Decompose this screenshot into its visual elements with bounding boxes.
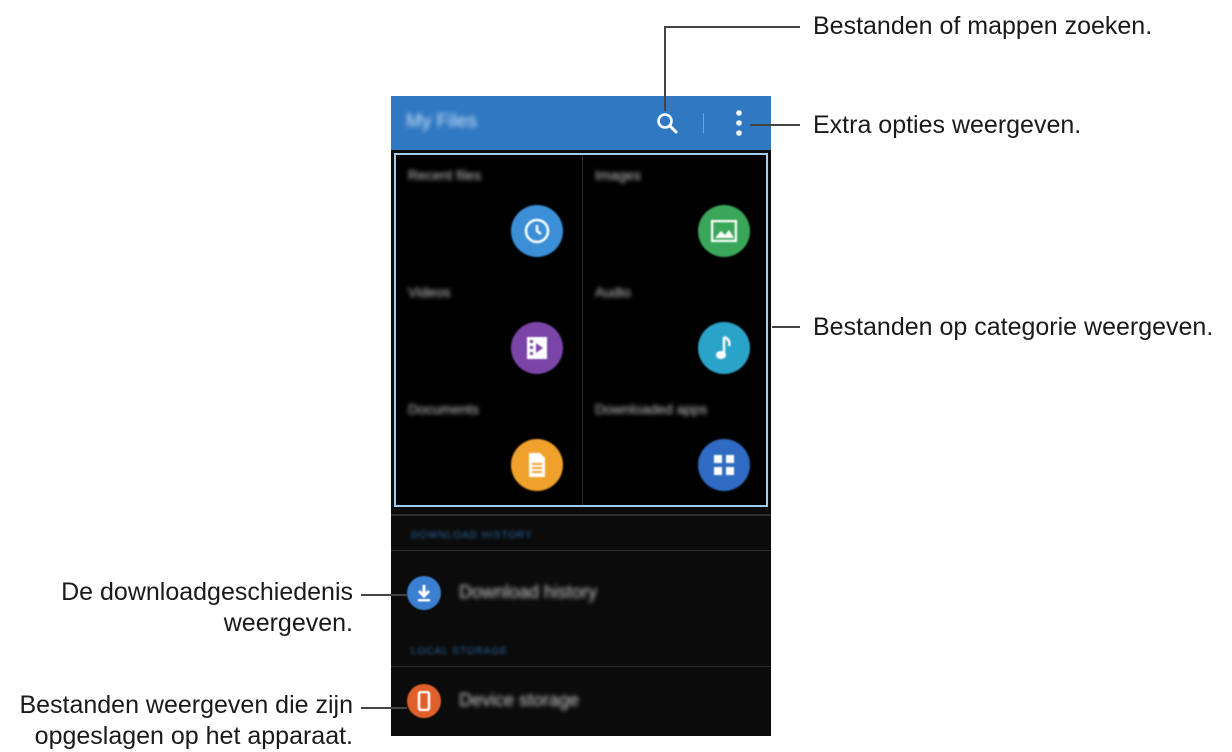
callout-search: Bestanden of mappen zoeken.	[813, 12, 1153, 40]
toolbar-divider	[703, 113, 704, 133]
video-icon	[511, 322, 563, 374]
category-label: Videos	[408, 284, 451, 300]
category-grid: Recent files Images Videos Audio Documen…	[394, 153, 768, 507]
image-icon	[698, 205, 750, 257]
callout-storage-line1: Bestanden weergeven die zijn	[19, 691, 353, 719]
section-divider	[391, 666, 771, 667]
phone-icon	[407, 684, 441, 718]
callout-line-storage	[361, 707, 407, 709]
callout-download-line2: weergeven.	[223, 609, 353, 637]
callout-line-more	[750, 124, 800, 126]
category-images[interactable]: Images	[583, 155, 768, 271]
apps-grid-icon	[698, 439, 750, 491]
category-recent-files[interactable]: Recent files	[396, 155, 581, 271]
callout-download-line1: De downloadgeschiedenis	[61, 578, 353, 606]
callout-storage: Bestanden weergeven die zijn opgeslagen …	[19, 690, 353, 752]
section-header: LOCAL STORAGE	[411, 646, 508, 657]
category-videos[interactable]: Videos	[396, 272, 581, 388]
category-label: Downloaded apps	[595, 401, 708, 417]
category-documents[interactable]: Documents	[396, 389, 581, 505]
callout-line-search-v	[664, 27, 666, 111]
document-icon	[511, 439, 563, 491]
app-bar: My Files	[391, 96, 771, 150]
callout-line-search-h	[664, 26, 800, 28]
category-label: Recent files	[408, 167, 482, 183]
callout-storage-line2: opgeslagen op het apparaat.	[34, 722, 353, 750]
callout-line-download	[361, 594, 407, 596]
app-title: My Files	[406, 111, 477, 132]
phone-screen: My Files Recent files Images Videos Audi…	[391, 96, 771, 736]
search-button[interactable]	[650, 106, 684, 140]
callout-line-categories	[772, 326, 800, 328]
category-label: Audio	[595, 284, 631, 300]
download-history-section: DOWNLOAD HISTORY Download history	[391, 514, 771, 638]
section-divider	[391, 550, 771, 551]
local-storage-section: LOCAL STORAGE Device storage	[391, 634, 771, 736]
section-header: DOWNLOAD HISTORY	[411, 530, 533, 541]
category-label: Documents	[408, 401, 479, 417]
more-options-icon	[736, 110, 742, 136]
search-icon	[657, 113, 678, 134]
clock-icon	[511, 205, 563, 257]
category-downloaded-apps[interactable]: Downloaded apps	[583, 389, 768, 505]
category-audio[interactable]: Audio	[583, 272, 768, 388]
callout-download: De downloadgeschiedenis weergeven.	[61, 577, 353, 639]
music-note-icon	[698, 322, 750, 374]
download-icon	[407, 576, 441, 610]
row-label: Download history	[459, 582, 598, 602]
more-options-button[interactable]	[725, 104, 753, 142]
callout-more: Extra opties weergeven.	[813, 111, 1082, 139]
download-history-row[interactable]: Download history	[391, 552, 771, 636]
category-label: Images	[595, 167, 641, 183]
callout-categories: Bestanden op categorie weergeven.	[813, 313, 1214, 341]
device-storage-row[interactable]: Device storage	[391, 668, 771, 736]
row-label: Device storage	[459, 690, 580, 710]
